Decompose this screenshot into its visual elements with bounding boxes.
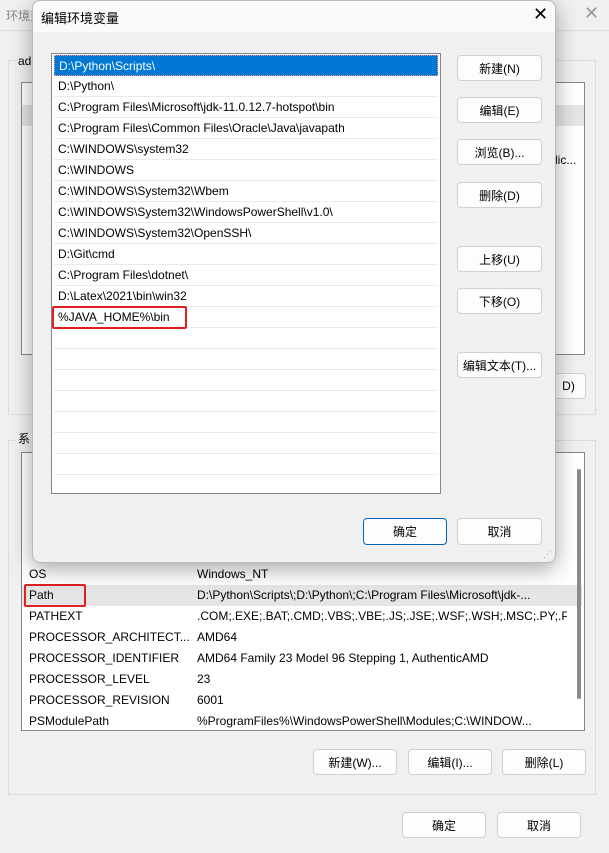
path-entry[interactable]: C:\WINDOWS\System32\Wbem <box>54 181 438 202</box>
delete-button[interactable]: 删除(D) <box>457 182 542 208</box>
edit-env-var-dialog: 编辑环境变量 ✕ D:\Python\Scripts\ D:\Python\ C:\… <box>32 0 556 563</box>
path-entry[interactable]: C:\WINDOWS\system32 <box>54 139 438 160</box>
var-value: AMD64 <box>197 630 238 644</box>
path-entry[interactable]: C:\Program Files\dotnet\ <box>54 265 438 286</box>
var-name: OS <box>29 567 47 581</box>
path-entry[interactable]: C:\WINDOWS\System32\OpenSSH\ <box>54 223 438 244</box>
empty-row[interactable] <box>54 454 438 475</box>
move-up-button[interactable]: 上移(U) <box>457 246 542 272</box>
system-delete-button[interactable]: 删除(L) <box>502 749 586 775</box>
var-value: 23 <box>197 672 211 686</box>
path-entry[interactable]: D:\Python\Scripts\ <box>54 55 438 76</box>
var-value: AMD64 Family 23 Model 96 Stepping 1, Aut… <box>197 651 489 665</box>
browse-button[interactable]: 浏览(B)... <box>457 139 542 165</box>
empty-row[interactable] <box>54 328 438 349</box>
parent-close-icon[interactable]: ✕ <box>584 3 599 24</box>
parent-ok-button[interactable]: 确定 <box>402 812 486 838</box>
system-group-label: 系 <box>16 430 33 447</box>
path-entry[interactable]: C:\Program Files\Common Files\Oracle\Jav… <box>54 118 438 139</box>
var-value: %ProgramFiles%\WindowsPowerShell\Modules… <box>197 714 532 728</box>
path-entry[interactable]: C:\WINDOWS\System32\WindowsPowerShell\v1… <box>54 202 438 223</box>
user-var-value-partial: lic... <box>555 153 577 167</box>
empty-row[interactable] <box>54 412 438 433</box>
system-var-row[interactable]: Path D:\Python\Scripts\;D:\Python\;C:\Pro… <box>22 585 582 606</box>
edit-button[interactable]: 编辑(E) <box>457 97 542 123</box>
empty-row[interactable] <box>54 391 438 412</box>
system-var-row[interactable]: PATHEXT .COM;.EXE;.BAT;.CMD;.VBS;.VBE;.JS… <box>22 606 582 627</box>
path-highlight-box <box>24 584 86 607</box>
dialog-title: 编辑环境变量 <box>41 11 120 26</box>
empty-row[interactable] <box>54 475 438 493</box>
var-value: .COM;.EXE;.BAT;.CMD;.VBS;.VBE;.JS;.JSE;.… <box>197 609 567 623</box>
var-name: PROCESSOR_REVISION <box>29 693 170 707</box>
var-name: PATHEXT <box>29 609 83 623</box>
system-new-button[interactable]: 新建(W)... <box>313 749 397 775</box>
system-var-row[interactable]: PROCESSOR_IDENTIFIER AMD64 Family 23 Mode… <box>22 648 582 669</box>
var-value: 6001 <box>197 693 224 707</box>
system-edit-button[interactable]: 编辑(I)... <box>408 749 492 775</box>
empty-row[interactable] <box>54 433 438 454</box>
path-entry[interactable]: C:\Program Files\Microsoft\jdk-11.0.12.7… <box>54 97 438 118</box>
system-var-row[interactable]: OS Windows_NT <box>22 564 582 585</box>
empty-row[interactable] <box>54 349 438 370</box>
system-var-row[interactable]: PROCESSOR_ARCHITECT... AMD64 <box>22 627 582 648</box>
system-var-row[interactable]: PSModulePath %ProgramFiles%\WindowsPowerS… <box>22 711 582 730</box>
edit-text-button[interactable]: 编辑文本(T)... <box>457 352 542 378</box>
var-name: PROCESSOR_LEVEL <box>29 672 150 686</box>
scrollbar[interactable] <box>577 469 581 699</box>
ok-button[interactable]: 确定 <box>363 518 447 545</box>
var-value: Windows_NT <box>197 567 269 581</box>
path-entry[interactable]: C:\WINDOWS <box>54 160 438 181</box>
system-var-row[interactable]: PROCESSOR_LEVEL 23 <box>22 669 582 690</box>
system-var-row[interactable]: PROCESSOR_REVISION 6001 <box>22 690 582 711</box>
cancel-button[interactable]: 取消 <box>457 518 542 545</box>
user-group-label: ad <box>16 54 34 68</box>
var-name: PROCESSOR_ARCHITECT... <box>29 630 189 644</box>
dialog-close-icon[interactable]: ✕ <box>533 4 548 25</box>
empty-row[interactable] <box>54 370 438 391</box>
path-entry[interactable]: D:\Latex\2021\bin\win32 <box>54 286 438 307</box>
resize-grip-icon[interactable]: ⋰ <box>543 549 552 560</box>
parent-cancel-button[interactable]: 取消 <box>497 812 581 838</box>
java-home-highlight-box <box>52 306 187 329</box>
path-entry[interactable]: D:\Python\ <box>54 76 438 97</box>
var-name: PSModulePath <box>29 714 110 728</box>
path-entry[interactable]: D:\Git\cmd <box>54 244 438 265</box>
var-name: PROCESSOR_IDENTIFIER <box>29 651 180 665</box>
move-down-button[interactable]: 下移(O) <box>457 288 542 314</box>
new-button[interactable]: 新建(N) <box>457 55 542 81</box>
var-value: D:\Python\Scripts\;D:\Python\;C:\Program… <box>197 588 531 602</box>
path-entries-list[interactable]: D:\Python\Scripts\ D:\Python\ C:\Program F… <box>51 53 441 494</box>
